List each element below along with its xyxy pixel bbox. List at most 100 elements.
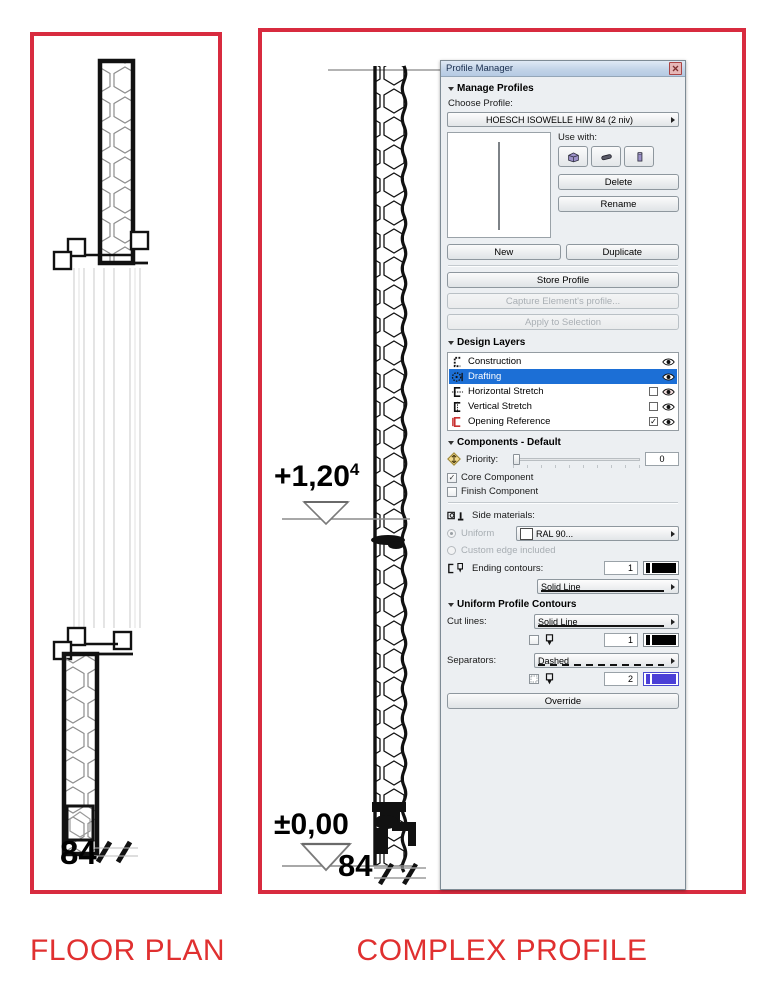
layer-label: Horizontal Stretch: [468, 386, 544, 397]
beam-glyph: [600, 153, 612, 160]
finish-component-row[interactable]: Finish Component: [447, 486, 679, 497]
separators-pen-swatch[interactable]: [643, 672, 679, 686]
opening-reference-layer-icon: [452, 416, 461, 427]
lower-level-label: ±0,00: [274, 808, 349, 841]
manage-profiles-title: Manage Profiles: [457, 83, 534, 94]
close-glyph: [672, 65, 679, 72]
chevron-down-icon: [448, 86, 454, 91]
cut-lines-pen-value[interactable]: 1: [604, 633, 638, 647]
core-component-row[interactable]: Core Component: [447, 472, 679, 483]
ending-contours-label: Ending contours:: [472, 562, 544, 574]
ending-contours-icon: [448, 562, 463, 573]
priority-slider-thumb[interactable]: [513, 453, 520, 465]
eye-icon[interactable]: [662, 371, 675, 383]
profile-select[interactable]: HOESCH ISOWELLE HIW 84 (2 niv): [447, 112, 679, 127]
apply-to-selection-label: Apply to Selection: [524, 316, 602, 328]
pen-color-swatch: [652, 674, 676, 684]
ending-contours-pen-swatch[interactable]: [643, 561, 679, 575]
pen-color-swatch: [652, 563, 676, 573]
uniform-radio[interactable]: [447, 529, 456, 538]
eye-icon[interactable]: [662, 386, 675, 398]
layer-label: Construction: [468, 356, 522, 367]
layer-row-opening-reference[interactable]: Opening Reference: [449, 414, 677, 429]
priority-icon: [447, 452, 461, 466]
close-icon[interactable]: [669, 62, 682, 75]
cut-lines-checkbox[interactable]: [529, 635, 539, 645]
manage-profiles-header[interactable]: Manage Profiles: [448, 83, 679, 94]
ending-contours-linetype-select[interactable]: Solid Line: [537, 579, 679, 594]
profile-manager-dialog[interactable]: Profile Manager Manage Profiles Choose P…: [440, 60, 686, 890]
design-layers-list[interactable]: Construction Drafting Horizontal Stretch…: [447, 352, 679, 431]
divider: [448, 265, 678, 267]
separator-box-glyph: [530, 675, 538, 683]
apply-to-selection-button: Apply to Selection: [447, 314, 679, 330]
store-profile-button[interactable]: Store Profile: [447, 272, 679, 288]
upper-level-superscript: 4: [349, 460, 360, 479]
priority-slider[interactable]: [513, 453, 640, 468]
rename-button[interactable]: Rename: [558, 196, 679, 212]
layer-row-construction[interactable]: Construction: [449, 354, 677, 369]
capture-element-profile-button: Capture Element's profile...: [447, 293, 679, 309]
layer-checkbox[interactable]: [649, 402, 658, 411]
beam-icon[interactable]: [591, 146, 621, 167]
wall-icon[interactable]: [558, 146, 588, 167]
chevron-down-icon: [448, 602, 454, 607]
cut-lines-label: Cut lines:: [447, 616, 487, 627]
dialog-titlebar[interactable]: Profile Manager: [441, 61, 685, 77]
duplicate-button[interactable]: Duplicate: [565, 244, 679, 260]
floor-plan-drawing: [34, 36, 218, 890]
new-button[interactable]: New: [447, 244, 561, 260]
priority-value[interactable]: 0: [645, 452, 679, 466]
layer-checkbox[interactable]: [649, 387, 658, 396]
dialog-title: Profile Manager: [446, 63, 514, 74]
core-component-checkbox[interactable]: [447, 472, 457, 483]
separators-label: Separators:: [447, 655, 497, 666]
layer-label: Opening Reference: [468, 416, 551, 427]
core-component-label: Core Component: [461, 472, 534, 483]
separators-checkbox[interactable]: [529, 674, 539, 684]
section-dimension-84: 84: [338, 848, 373, 883]
drafting-layer-icon: [451, 371, 463, 382]
pen-icon: [545, 673, 554, 685]
eye-icon[interactable]: [662, 356, 675, 368]
vertical-stretch-layer-icon: [453, 401, 461, 412]
rename-button-label: Rename: [600, 198, 637, 210]
eye-icon[interactable]: [662, 401, 675, 413]
column-icon[interactable]: [624, 146, 654, 167]
chevron-right-icon: [671, 530, 675, 537]
eye-icon[interactable]: [662, 416, 675, 428]
layer-row-vertical-stretch[interactable]: Vertical Stretch: [449, 399, 677, 414]
chevron-down-icon: [448, 440, 454, 445]
uniform-profile-contours-header[interactable]: Uniform Profile Contours: [448, 599, 679, 610]
duplicate-button-label: Duplicate: [602, 246, 643, 258]
uniform-material-select[interactable]: RAL 90...: [516, 526, 679, 541]
cut-lines-pen-swatch[interactable]: [643, 633, 679, 647]
ending-contours-pen-value[interactable]: 1: [604, 561, 638, 575]
design-layers-header[interactable]: Design Layers: [448, 337, 679, 348]
chevron-right-icon: [671, 618, 675, 625]
components-header[interactable]: Components - Default: [448, 437, 679, 448]
choose-profile-label: Choose Profile:: [448, 98, 513, 109]
uniform-label: Uniform: [461, 528, 495, 539]
linetype-preview-solid: [538, 625, 664, 627]
delete-button[interactable]: Delete: [558, 174, 679, 190]
uniform-material-value: RAL 90...: [536, 528, 574, 539]
layer-label: Drafting: [468, 371, 502, 382]
uniform-profile-contours-title: Uniform Profile Contours: [457, 599, 577, 610]
design-layers-title: Design Layers: [457, 337, 526, 348]
finish-component-checkbox[interactable]: [447, 486, 457, 497]
separators-pen-value[interactable]: 2: [604, 672, 638, 686]
construction-layer-icon: [453, 356, 461, 367]
custom-edge-label: Custom edge included: [461, 545, 556, 556]
separators-linetype-select[interactable]: Dashed: [534, 653, 679, 668]
new-button-label: New: [494, 246, 514, 258]
layer-checkbox[interactable]: [649, 417, 658, 426]
pen-width-mark: [646, 635, 650, 645]
cut-lines-linetype-select[interactable]: Solid Line: [534, 614, 679, 629]
divider: [448, 502, 678, 504]
layer-label: Vertical Stretch: [468, 401, 532, 412]
layer-row-horizontal-stretch[interactable]: Horizontal Stretch: [449, 384, 677, 399]
upper-level-label: +1,204: [274, 460, 359, 494]
layer-row-drafting[interactable]: Drafting: [449, 369, 677, 384]
override-button[interactable]: Override: [447, 693, 679, 709]
